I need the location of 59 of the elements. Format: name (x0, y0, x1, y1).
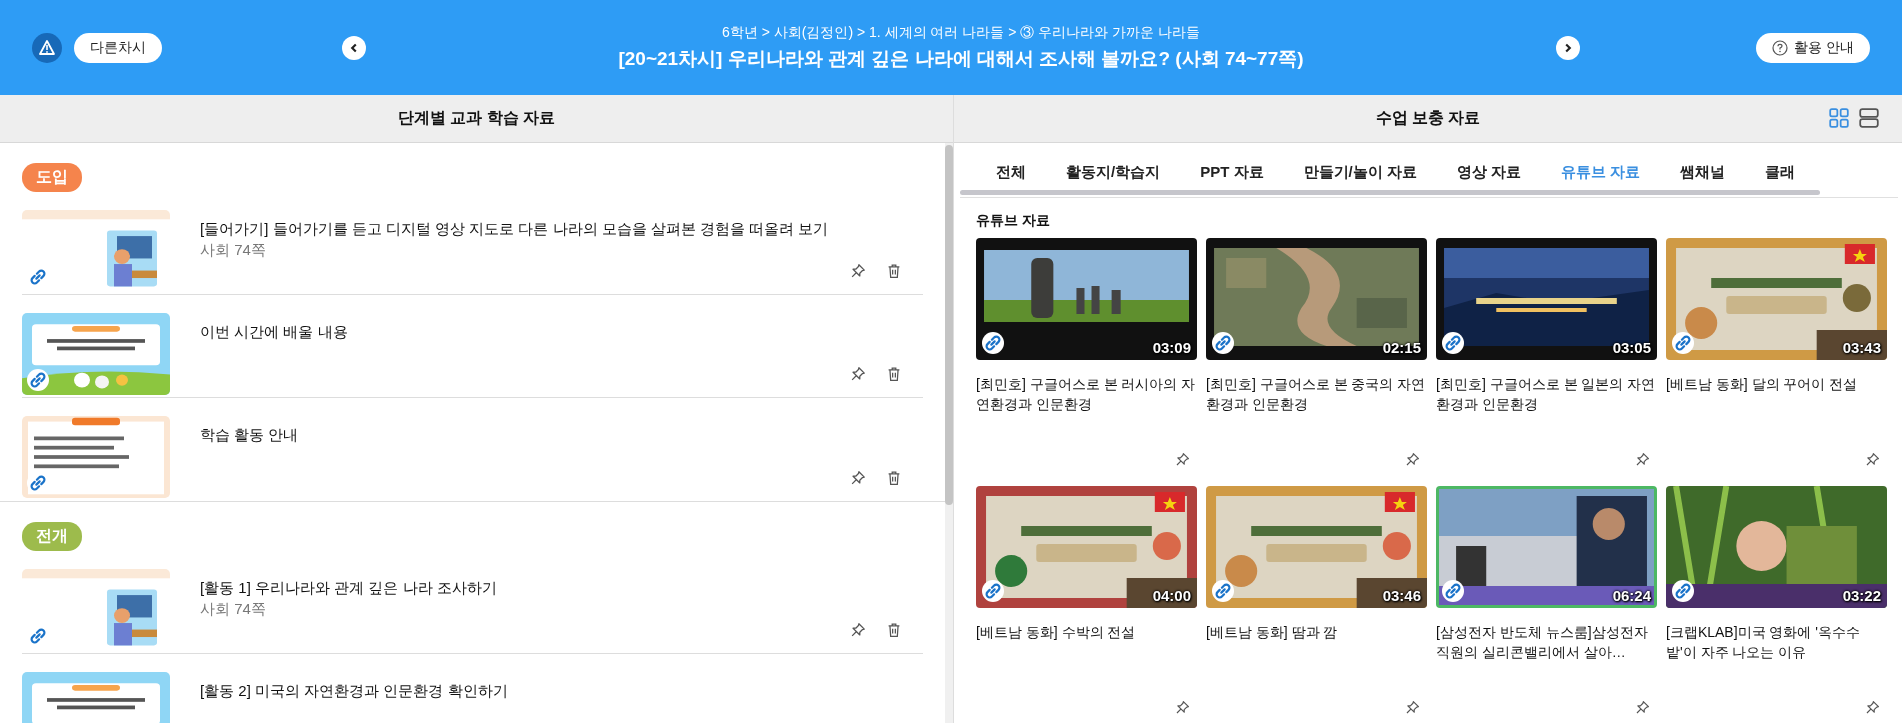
video-duration: 02:15 (1382, 339, 1421, 356)
material-title[interactable]: [들어가기] 들어가기를 듣고 디지털 영상 지도로 다른 나라의 모습을 살펴본 경험을 떠올려 보기 (200, 220, 849, 239)
page-reference: 사회 74쪽 (200, 600, 267, 619)
video-title[interactable]: [삼성전자 반도체 뉴스룸]삼성전자 직원의 실리콘밸리에서 살아… (1436, 622, 1657, 663)
pin-icon[interactable] (849, 469, 867, 487)
grid-view-icon[interactable] (1828, 107, 1850, 129)
guide-button[interactable]: 활용 안내 (1756, 32, 1870, 63)
category-tab[interactable]: 전체 (974, 155, 1040, 190)
help-icon (1772, 39, 1789, 56)
video-title[interactable]: [베트남 동화] 달의 꾸어이 전설 (1666, 374, 1887, 395)
video-duration: 06:24 (1612, 587, 1651, 604)
panel-title: 단계별 교과 학습 자료 (397, 108, 556, 128)
scrollbar-thumb[interactable] (960, 190, 1820, 195)
pin-icon[interactable] (1864, 451, 1881, 468)
video-duration: 03:22 (1842, 587, 1881, 604)
pin-icon[interactable] (1404, 451, 1421, 468)
stage-badge: 도입 (22, 163, 82, 192)
material-title[interactable]: [활동 2] 미국의 자연환경과 인문환경 확인하기 (200, 682, 923, 701)
video-title[interactable]: [베트남 동화] 땀과 깜 (1206, 622, 1427, 643)
pin-icon[interactable] (849, 621, 867, 639)
warning-icon[interactable] (32, 32, 62, 63)
other-lesson-button[interactable]: 다른차시 (74, 32, 162, 63)
pin-icon[interactable] (1864, 699, 1881, 716)
lesson-title: [20~21차시] 우리나라와 관계 깊은 나라에 대해서 조사해 볼까요? (사회 74~77쪽) (618, 46, 1304, 71)
page-reference: 사회 74쪽 (200, 241, 267, 260)
video-title[interactable]: [최민호] 구글어스로 본 중국의 자연환경과 인문환경 (1206, 374, 1427, 415)
video-title[interactable]: [최민호] 구글어스로 본 러시아의 자연환경과 인문환경 (976, 374, 1197, 415)
pin-icon[interactable] (1174, 451, 1191, 468)
material-title[interactable]: 이번 시간에 배울 내용 (200, 323, 849, 342)
category-tab[interactable]: PPT 자료 (1186, 155, 1278, 190)
category-tab[interactable]: 쌤채널 (1666, 155, 1740, 190)
video-duration: 03:46 (1382, 587, 1421, 604)
video-title[interactable]: [크랩KLAB]미국 영화에 '옥수수밭'이 자주 나오는 이유 (1666, 622, 1887, 663)
material-title[interactable]: 학습 활동 안내 (200, 426, 849, 445)
pin-icon[interactable] (1634, 451, 1651, 468)
video-duration: 03:09 (1152, 339, 1191, 356)
video-title[interactable]: [최민호] 구글어스로 본 일본의 자연환경과 인문환경 (1436, 374, 1657, 415)
video-title[interactable]: [베트남 동화] 수박의 전설 (976, 622, 1197, 643)
material-title[interactable]: [활동 1] 우리나라와 관계 깊은 나라 조사하기 (200, 579, 849, 598)
pin-icon[interactable] (1174, 699, 1191, 716)
scrollbar-thumb[interactable] (945, 145, 953, 505)
section-title: 유튜브 자료 (976, 212, 1051, 230)
video-duration: 03:43 (1842, 339, 1881, 356)
next-button[interactable] (1556, 35, 1580, 60)
pin-icon[interactable] (849, 365, 867, 383)
category-tab[interactable]: 클래 (1751, 155, 1810, 190)
panel-title: 수업 보충 자료 (1375, 108, 1481, 128)
category-tab[interactable]: 만들기/놀이 자료 (1289, 155, 1431, 190)
previous-button[interactable] (342, 35, 366, 60)
breadcrumb: 6학년 > 사회(김정인) > 1. 세계의 여러 나라들 > ③ 우리나라와 가까운 나라들 (722, 23, 1200, 42)
video-duration: 03:05 (1612, 339, 1651, 356)
list-view-icon[interactable] (1858, 107, 1880, 129)
category-tab[interactable]: 영상 자료 (1442, 155, 1536, 190)
video-duration: 04:00 (1152, 587, 1191, 604)
pin-icon[interactable] (849, 262, 867, 280)
category-tab[interactable]: 활동지/학습지 (1052, 155, 1175, 190)
pin-icon[interactable] (1404, 699, 1421, 716)
pin-icon[interactable] (1634, 699, 1651, 716)
stage-badge: 전개 (22, 522, 82, 551)
